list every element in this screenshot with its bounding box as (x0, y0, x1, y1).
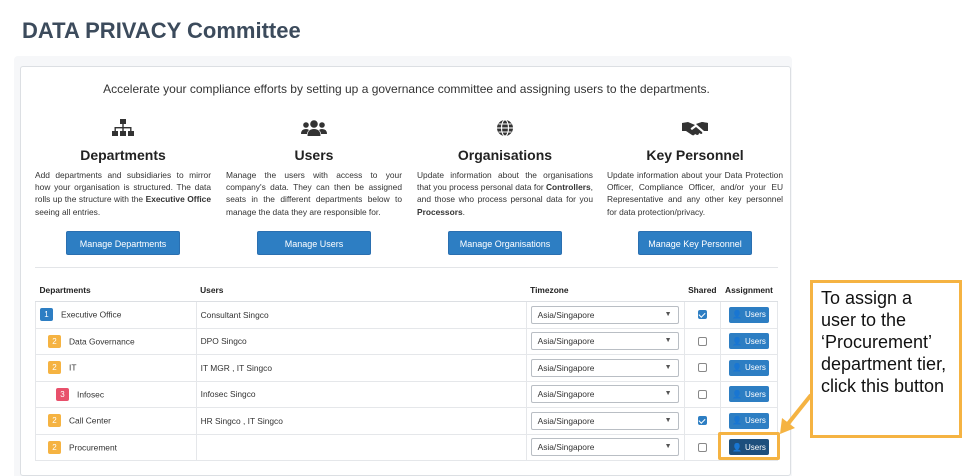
tier-badge: 2 (48, 334, 61, 348)
user-icon: 👤 (732, 336, 743, 346)
tier-badge: 2 (48, 440, 61, 454)
chevron-down-icon: ▼ (664, 310, 672, 318)
feature-title: Users (294, 147, 334, 163)
users-icon (226, 115, 402, 141)
chevron-down-icon: ▼ (664, 416, 672, 424)
manage-users-button[interactable]: Manage Users (257, 231, 371, 255)
feature-organisations: Organisations Update information about t… (417, 115, 593, 255)
page-title: DATA PRIVACY Committee (22, 18, 301, 43)
assign-users-button[interactable]: 👤 Users (729, 386, 769, 403)
table-row: 3 Infosec Infosec Singco Asia/Singapore ▼ … (35, 381, 778, 408)
feature-departments: Departments Add departments and subsidia… (35, 115, 211, 255)
column-header-users[interactable]: Users (196, 281, 527, 302)
shared-checkbox[interactable] (697, 389, 707, 399)
feature-title: Organisations (457, 147, 553, 163)
user-icon: 👤 (732, 310, 743, 320)
department-name[interactable]: IT (69, 363, 76, 373)
feature-users: Users Manage the users with access to yo… (226, 115, 402, 255)
assigned-users: HR Singco , IT Singco (196, 407, 527, 435)
assigned-users: Consultant Singco (196, 301, 527, 329)
feature-key-personnel: Key Personnel Update information about y… (607, 115, 783, 255)
assign-users-button[interactable]: 👤 Users (729, 333, 769, 350)
globe-icon (417, 115, 593, 141)
department-name[interactable]: Data Governance (69, 336, 135, 346)
table-header-row: Departments Users Timezone Shared Assign… (35, 281, 778, 302)
column-header-departments[interactable]: Departments (35, 281, 197, 302)
tier-badge: 2 (48, 361, 61, 375)
department-name[interactable]: Infosec (77, 389, 104, 399)
tier-badge: 2 (48, 414, 61, 428)
callout-annotation: To assign a user to the ‘Procurement’ de… (810, 280, 962, 438)
chevron-down-icon: ▼ (664, 337, 672, 345)
assigned-users (196, 434, 527, 461)
feature-description: Add departments and subsidiaries to mirr… (35, 170, 211, 217)
chevron-down-icon: ▼ (664, 363, 672, 371)
feature-title: Key Personnel (646, 147, 744, 163)
shared-checkbox[interactable] (697, 363, 707, 373)
section-divider (35, 267, 778, 268)
timezone-select[interactable]: Asia/Singapore ▼ (530, 438, 679, 457)
timezone-select[interactable]: Asia/Singapore ▼ (530, 305, 679, 324)
shared-checkbox[interactable] (697, 336, 707, 346)
user-icon: 👤 (732, 389, 743, 399)
manage-departments-button[interactable]: Manage Departments (66, 231, 180, 255)
timezone-select[interactable]: Asia/Singapore ▼ (530, 358, 679, 377)
feature-description: Manage the users with access to your com… (226, 170, 402, 217)
user-icon: 👤 (732, 363, 743, 373)
department-name[interactable]: Executive Office (61, 310, 121, 320)
sitemap-icon (35, 115, 211, 141)
column-header-timezone[interactable]: Timezone (526, 281, 685, 302)
chevron-down-icon: ▼ (664, 390, 672, 398)
feature-description: Update information about your Data Prote… (607, 170, 783, 217)
table-row: 2 Call Center HR Singco , IT Singco Asia/… (35, 407, 778, 435)
handshake-icon (607, 115, 783, 141)
assigned-users: Infosec Singco (196, 381, 527, 408)
manage-organisations-button[interactable]: Manage Organisations (448, 231, 562, 255)
table-row: 1 Executive Office Consultant Singco Asia… (35, 301, 778, 329)
assign-users-button[interactable]: 👤 Users (729, 412, 769, 429)
tier-badge: 1 (40, 308, 53, 322)
departments-table: Departments Users Timezone Shared Assign… (35, 281, 778, 461)
assigned-users: IT MGR , IT Singco (196, 354, 527, 382)
highlight-box (718, 432, 780, 460)
column-header-assignment[interactable]: Assignment (720, 281, 778, 302)
table-row: 2 IT IT MGR , IT Singco Asia/Singapore ▼ 👤… (35, 354, 778, 382)
shared-checkbox[interactable] (697, 310, 707, 320)
department-name[interactable]: Call Center (69, 416, 111, 426)
user-icon: 👤 (732, 416, 743, 426)
department-name[interactable]: Procurement (69, 442, 117, 452)
timezone-select[interactable]: Asia/Singapore ▼ (530, 411, 679, 430)
column-header-shared[interactable]: Shared (684, 281, 721, 302)
timezone-select[interactable]: Asia/Singapore ▼ (530, 332, 679, 351)
committee-card: Accelerate your compliance efforts by se… (20, 66, 791, 476)
tier-badge: 3 (56, 387, 69, 401)
assign-users-button[interactable]: 👤 Users (729, 359, 769, 376)
table-row: 2 Procurement Asia/Singapore ▼ 👤 Users (35, 434, 778, 461)
manage-key-personnel-button[interactable]: Manage Key Personnel (638, 231, 752, 255)
feature-description: Update information about the organisatio… (417, 170, 593, 217)
timezone-select[interactable]: Asia/Singapore ▼ (530, 385, 679, 404)
table-row: 2 Data Governance DPO Singco Asia/Singapo… (35, 328, 778, 355)
assign-users-button[interactable]: 👤 Users (729, 306, 769, 323)
feature-title: Departments (80, 147, 166, 163)
shared-checkbox[interactable] (697, 416, 707, 426)
shared-checkbox[interactable] (697, 442, 707, 452)
chevron-down-icon: ▼ (664, 443, 672, 451)
assigned-users: DPO Singco (196, 328, 527, 355)
intro-text: Accelerate your compliance efforts by se… (103, 82, 710, 96)
